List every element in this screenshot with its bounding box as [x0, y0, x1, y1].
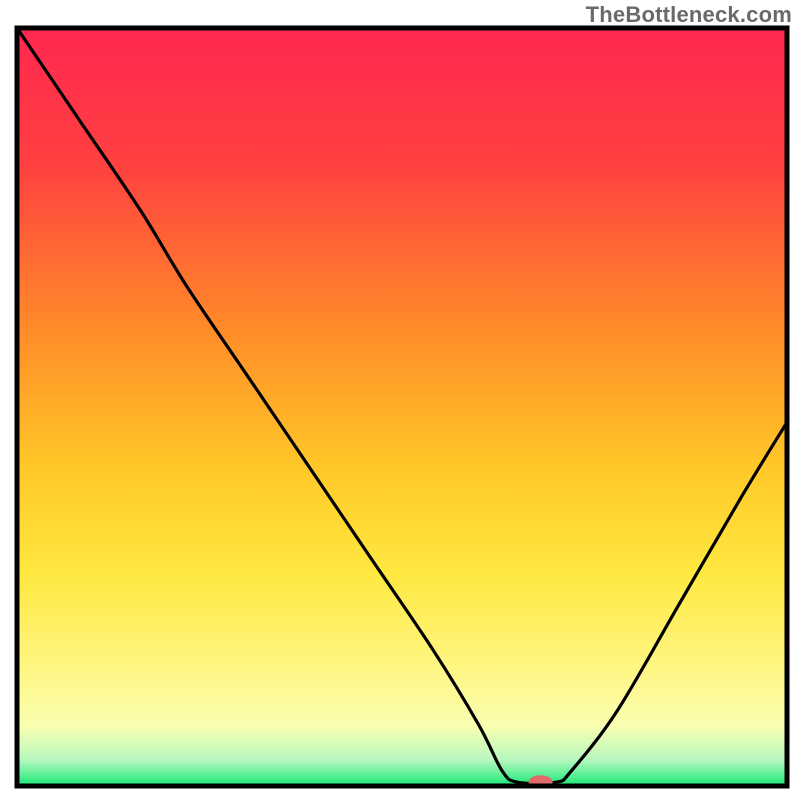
watermark-label: TheBottleneck.com [586, 2, 792, 28]
bottleneck-chart: TheBottleneck.com [0, 0, 800, 800]
chart-svg [0, 0, 800, 800]
plot-background-gradient [17, 28, 787, 786]
